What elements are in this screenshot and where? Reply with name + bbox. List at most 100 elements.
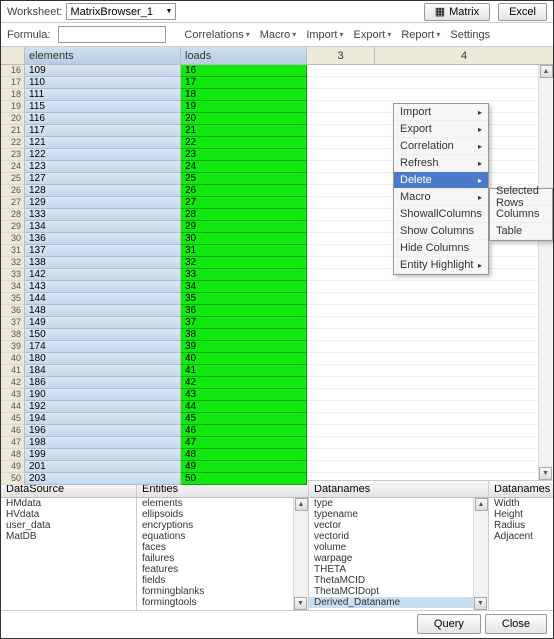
cell-empty[interactable] <box>307 461 553 473</box>
table-row[interactable]: 4018040 <box>1 353 553 365</box>
scroll-up-icon[interactable]: ▲ <box>475 498 488 511</box>
context-menu-item[interactable]: Show Columns <box>394 223 488 240</box>
cell-loads[interactable]: 28 <box>181 209 307 221</box>
cell-elements[interactable]: 129 <box>25 197 181 209</box>
scroll-up-icon[interactable]: ▲ <box>295 498 308 511</box>
cell-loads[interactable]: 29 <box>181 221 307 233</box>
row-number[interactable]: 22 <box>1 137 25 149</box>
table-row[interactable]: 4218642 <box>1 377 553 389</box>
cell-empty[interactable] <box>307 65 553 77</box>
cell-empty[interactable] <box>307 281 553 293</box>
list-item[interactable]: vectorid <box>309 531 488 542</box>
cell-empty[interactable] <box>307 293 553 305</box>
cell-elements[interactable]: 150 <box>25 329 181 341</box>
panel-body[interactable]: elementsellipsoidsencryptionsequationsfa… <box>137 498 308 610</box>
menu-import[interactable]: Import▾ <box>306 29 343 41</box>
cell-elements[interactable]: 137 <box>25 245 181 257</box>
list-item[interactable]: Height <box>489 509 553 520</box>
list-item[interactable]: Derived_Dataname <box>309 597 488 608</box>
list-item[interactable]: HVdata <box>1 509 136 520</box>
row-number[interactable]: 37 <box>1 317 25 329</box>
cell-loads[interactable]: 17 <box>181 77 307 89</box>
cell-empty[interactable] <box>307 341 553 353</box>
cell-loads[interactable]: 24 <box>181 161 307 173</box>
cell-loads[interactable]: 46 <box>181 425 307 437</box>
cell-loads[interactable]: 32 <box>181 257 307 269</box>
cell-elements[interactable]: 110 <box>25 77 181 89</box>
list-item[interactable]: type <box>309 498 488 509</box>
table-row[interactable]: 4319043 <box>1 389 553 401</box>
cell-elements[interactable]: 199 <box>25 449 181 461</box>
list-item[interactable]: MatDB <box>1 531 136 542</box>
row-number[interactable]: 26 <box>1 185 25 197</box>
cell-loads[interactable]: 30 <box>181 233 307 245</box>
cell-elements[interactable]: 203 <box>25 473 181 485</box>
table-row[interactable]: 4819948 <box>1 449 553 461</box>
row-number[interactable]: 33 <box>1 269 25 281</box>
cell-empty[interactable] <box>307 437 553 449</box>
cell-elements[interactable]: 117 <box>25 125 181 137</box>
cell-loads[interactable]: 18 <box>181 89 307 101</box>
table-row[interactable]: 1610916 <box>1 65 553 77</box>
cell-elements[interactable]: 180 <box>25 353 181 365</box>
list-item[interactable]: Adjacent <box>489 531 553 542</box>
cell-empty[interactable] <box>307 449 553 461</box>
scroll-up-icon[interactable]: ▲ <box>540 65 553 78</box>
row-number[interactable]: 47 <box>1 437 25 449</box>
cell-loads[interactable]: 45 <box>181 413 307 425</box>
table-row[interactable]: 3815038 <box>1 329 553 341</box>
row-number[interactable]: 28 <box>1 209 25 221</box>
row-number[interactable]: 17 <box>1 77 25 89</box>
cell-empty[interactable] <box>307 329 553 341</box>
cell-loads[interactable]: 26 <box>181 185 307 197</box>
cell-elements[interactable]: 174 <box>25 341 181 353</box>
cell-loads[interactable]: 22 <box>181 137 307 149</box>
context-submenu-delete[interactable]: Selected RowsColumnsTable <box>489 188 553 241</box>
col-header-elements[interactable]: elements <box>25 47 181 64</box>
table-row[interactable]: 5020350 <box>1 473 553 485</box>
excel-button[interactable]: Excel <box>498 3 547 21</box>
cell-elements[interactable]: 133 <box>25 209 181 221</box>
row-number[interactable]: 38 <box>1 329 25 341</box>
list-item[interactable]: fields <box>137 575 308 586</box>
row-number[interactable]: 16 <box>1 65 25 77</box>
cell-elements[interactable]: 138 <box>25 257 181 269</box>
cell-elements[interactable]: 116 <box>25 113 181 125</box>
list-item[interactable]: volume <box>309 542 488 553</box>
col-header-loads[interactable]: loads <box>181 47 307 64</box>
cell-empty[interactable] <box>307 473 553 485</box>
context-menu[interactable]: Import▸Export▸Correlation▸Refresh▸Delete… <box>393 103 489 275</box>
cell-elements[interactable]: 148 <box>25 305 181 317</box>
cell-loads[interactable]: 19 <box>181 101 307 113</box>
row-number[interactable]: 23 <box>1 149 25 161</box>
matrix-button[interactable]: ▦Matrix <box>424 3 490 21</box>
row-number[interactable]: 34 <box>1 281 25 293</box>
context-menu-item[interactable]: Hide Columns <box>394 240 488 257</box>
list-item[interactable]: warpage <box>309 553 488 564</box>
table-row[interactable]: 4519445 <box>1 413 553 425</box>
row-number[interactable]: 36 <box>1 305 25 317</box>
menu-report[interactable]: Report▾ <box>401 29 440 41</box>
menu-correlations[interactable]: Correlations▾ <box>184 29 249 41</box>
row-number[interactable]: 35 <box>1 293 25 305</box>
row-number[interactable]: 32 <box>1 257 25 269</box>
col-header-3[interactable]: 3 <box>307 47 375 64</box>
row-number[interactable]: 20 <box>1 113 25 125</box>
cell-elements[interactable]: 201 <box>25 461 181 473</box>
context-menu-item[interactable]: Import▸ <box>394 104 488 121</box>
cell-loads[interactable]: 49 <box>181 461 307 473</box>
cell-elements[interactable]: 142 <box>25 269 181 281</box>
cell-empty[interactable] <box>307 389 553 401</box>
cell-empty[interactable] <box>307 77 553 89</box>
list-item[interactable]: ellipsoids <box>137 509 308 520</box>
menu-export[interactable]: Export▾ <box>354 29 392 41</box>
cell-empty[interactable] <box>307 353 553 365</box>
list-item[interactable]: formingblanks <box>137 586 308 597</box>
query-button[interactable]: Query <box>417 614 481 634</box>
cell-loads[interactable]: 47 <box>181 437 307 449</box>
panel-scrollbar[interactable]: ▲ ▼ <box>293 498 308 610</box>
cell-empty[interactable] <box>307 317 553 329</box>
table-row[interactable]: 1711017 <box>1 77 553 89</box>
cell-loads[interactable]: 25 <box>181 173 307 185</box>
list-item[interactable]: groups <box>137 608 308 610</box>
